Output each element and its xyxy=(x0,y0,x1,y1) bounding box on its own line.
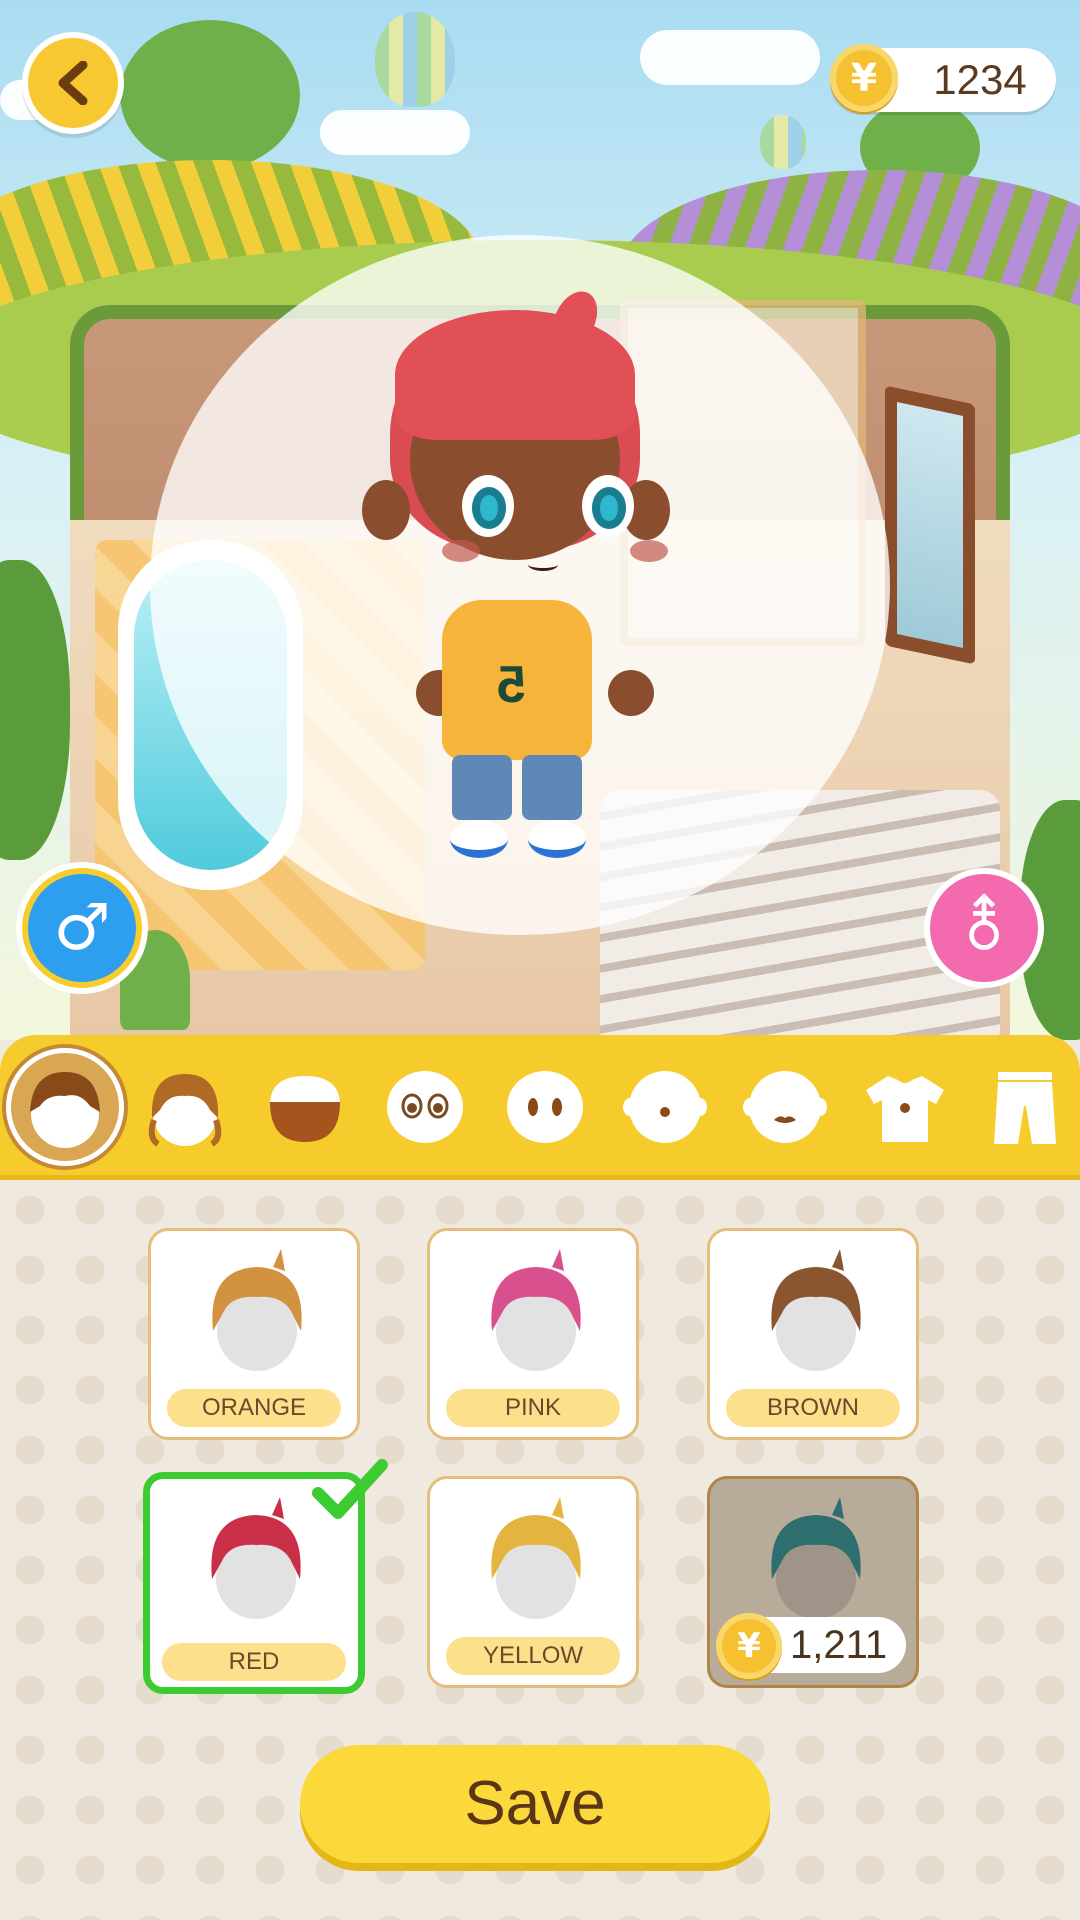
cloud xyxy=(640,30,820,85)
ears-icon xyxy=(507,1071,583,1143)
category-pants[interactable] xyxy=(966,1048,1080,1166)
chevron-left-icon xyxy=(58,61,88,105)
hair-option-brown[interactable]: BROWN xyxy=(707,1228,919,1440)
category-eyes[interactable] xyxy=(366,1048,484,1166)
hair-short-icon xyxy=(30,1072,100,1148)
avatar-character xyxy=(350,284,680,870)
character-hoodie xyxy=(442,600,592,760)
hair-option-yellow[interactable]: YELLOW xyxy=(427,1476,639,1688)
hair-option-label: YELLOW xyxy=(446,1637,620,1675)
category-nose[interactable] xyxy=(606,1048,724,1166)
hair-preview-icon xyxy=(211,1497,301,1619)
category-hair-long[interactable] xyxy=(126,1048,244,1166)
hair-option-locked-teal[interactable]: ¥ 1,211 xyxy=(707,1476,919,1688)
hair-option-pink[interactable]: PINK xyxy=(427,1228,639,1440)
character-jeans xyxy=(522,755,582,820)
female-gender-button[interactable]: ⚨ xyxy=(930,874,1038,982)
skin-tone-icon xyxy=(270,1076,340,1142)
nose-icon xyxy=(623,1071,707,1143)
character-eye xyxy=(582,475,634,537)
coin-balance-value: 1234 xyxy=(933,56,1027,103)
hair-option-label: BROWN xyxy=(726,1389,900,1427)
hair-preview-icon xyxy=(771,1249,861,1371)
character-ear xyxy=(362,480,410,540)
hot-air-balloon xyxy=(760,115,806,169)
back-button[interactable] xyxy=(28,38,118,128)
character-hand xyxy=(608,670,654,716)
character-jeans xyxy=(452,755,512,820)
category-shirt[interactable] xyxy=(846,1048,964,1166)
hair-long-icon xyxy=(148,1074,222,1147)
hair-option-label: RED xyxy=(162,1643,346,1681)
male-gender-button[interactable]: ♂ xyxy=(28,874,136,982)
price-value: 1,211 xyxy=(790,1623,888,1667)
game-scene xyxy=(0,0,1080,1040)
category-mouth[interactable] xyxy=(726,1048,844,1166)
tree xyxy=(120,20,300,170)
character-mouth xyxy=(528,558,558,571)
hair-option-orange[interactable]: ORANGE xyxy=(148,1228,360,1440)
hair-preview-icon xyxy=(212,1249,302,1371)
checkmark-icon xyxy=(312,1459,388,1519)
yuan-coin-icon: ¥ xyxy=(830,44,898,112)
hair-option-label: PINK xyxy=(446,1389,620,1427)
cloud xyxy=(320,110,470,155)
category-skin-tone[interactable] xyxy=(246,1048,364,1166)
hair-option-label: ORANGE xyxy=(167,1389,341,1427)
mouth-icon xyxy=(743,1071,827,1143)
character-blush xyxy=(442,540,480,562)
hair-preview-icon xyxy=(491,1497,581,1619)
character-eye xyxy=(462,475,514,537)
hot-air-balloon xyxy=(375,12,455,107)
hair-preview-icon xyxy=(491,1249,581,1371)
pants-icon xyxy=(994,1072,1056,1144)
female-symbol-icon: ⚨ xyxy=(957,891,1011,965)
character-blush xyxy=(630,540,668,562)
save-button[interactable]: Save xyxy=(300,1745,770,1863)
character-shoe xyxy=(450,820,508,858)
category-hair-short[interactable] xyxy=(6,1048,124,1166)
standing-mirror xyxy=(885,385,975,665)
hair-preview-icon xyxy=(771,1497,861,1619)
character-hair-fringe xyxy=(395,310,635,440)
character-shoe xyxy=(528,820,586,858)
yuan-coin-icon: ¥ xyxy=(716,1613,782,1679)
eyes-icon xyxy=(387,1071,463,1143)
category-ears[interactable] xyxy=(486,1048,604,1166)
male-symbol-icon: ♂ xyxy=(53,891,111,965)
shirt-icon xyxy=(866,1076,944,1142)
